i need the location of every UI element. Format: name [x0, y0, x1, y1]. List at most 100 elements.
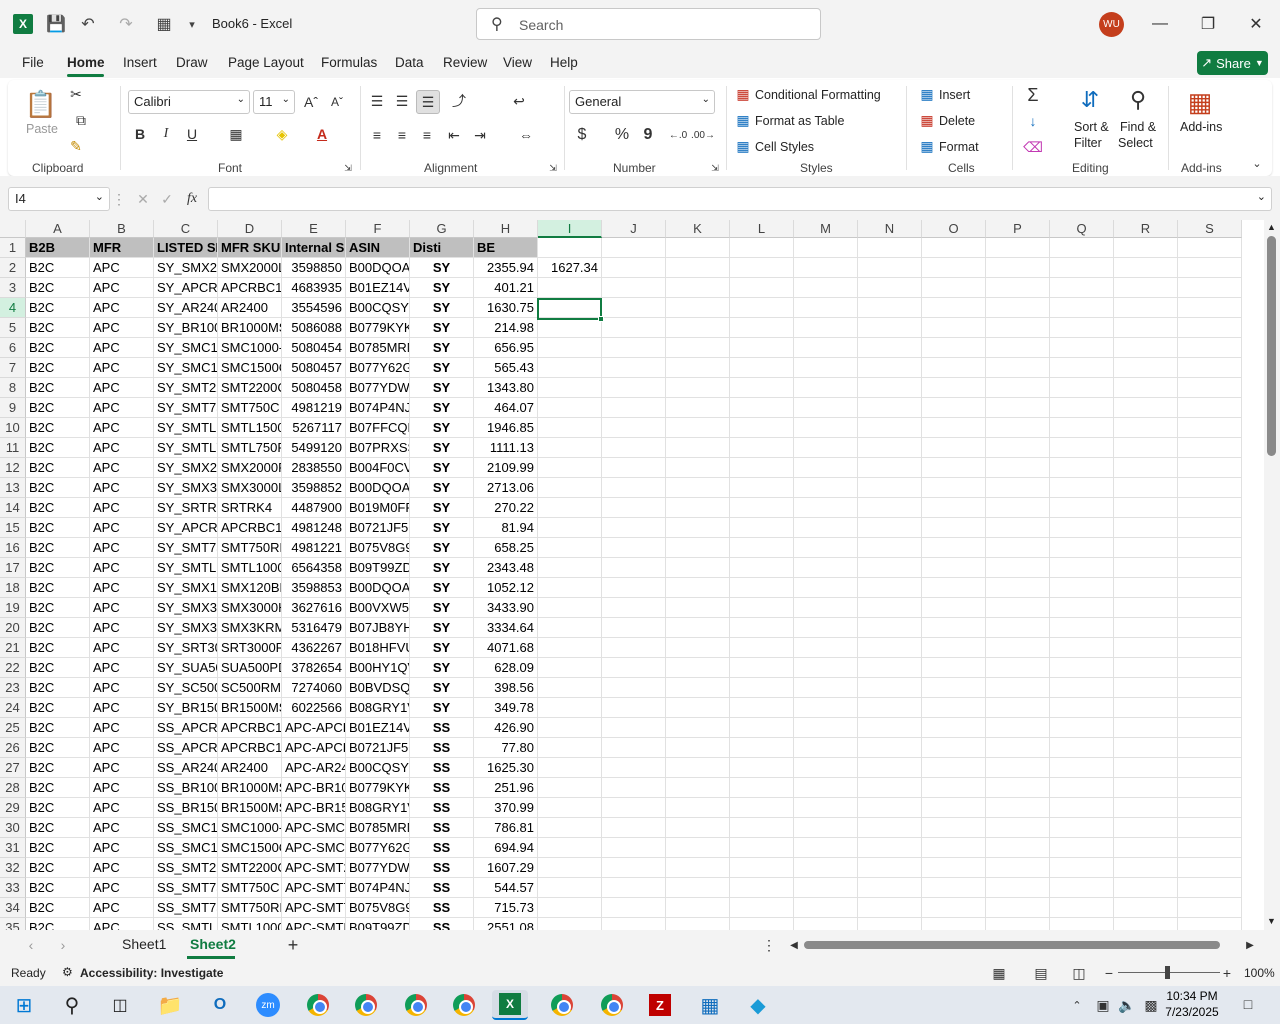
grid-cell[interactable] — [602, 278, 666, 298]
accessibility-status[interactable]: Accessibility: Investigate — [80, 966, 223, 980]
row-header[interactable]: 14 — [0, 498, 26, 518]
grid-cell[interactable] — [602, 398, 666, 418]
column-header-m[interactable]: M — [794, 220, 858, 238]
vertical-scroll-thumb[interactable] — [1267, 236, 1276, 456]
scroll-down-icon[interactable]: ▼ — [1267, 916, 1276, 926]
grid-cell[interactable] — [858, 738, 922, 758]
grid-cell[interactable] — [666, 238, 730, 258]
grid-cell[interactable] — [602, 578, 666, 598]
grid-cell[interactable] — [858, 598, 922, 618]
grid-cell[interactable] — [1114, 318, 1178, 338]
grid-cell[interactable] — [1178, 798, 1242, 818]
grid-cell[interactable] — [922, 538, 986, 558]
grid-cell[interactable] — [666, 538, 730, 558]
grid-cell[interactable] — [1050, 738, 1114, 758]
grid-cell[interactable]: SY — [410, 658, 474, 678]
close-icon[interactable]: ✕ — [1233, 8, 1279, 40]
grid-cell[interactable] — [794, 258, 858, 278]
grid-cell[interactable]: SY_SMX200 — [154, 458, 218, 478]
grid-cell[interactable] — [858, 578, 922, 598]
grid-cell[interactable] — [922, 298, 986, 318]
grid-cell[interactable]: B018HFVU — [346, 638, 410, 658]
grid-cell[interactable] — [666, 258, 730, 278]
grid-cell[interactable] — [794, 278, 858, 298]
grid-cell[interactable]: SS — [410, 818, 474, 838]
conditional-formatting-icon[interactable]: ▦ — [734, 85, 752, 103]
file-explorer-icon[interactable]: 📁 — [152, 990, 188, 1020]
grid-cell[interactable]: 1630.75 — [474, 298, 538, 318]
grid-cell[interactable]: 1052.12 — [474, 578, 538, 598]
grid-cell[interactable] — [730, 798, 794, 818]
grid-cell[interactable]: SMX2000L — [218, 258, 282, 278]
grid-cell[interactable] — [1178, 878, 1242, 898]
grid-cell[interactable] — [794, 298, 858, 318]
align-top-icon[interactable]: ☰ — [366, 90, 388, 112]
grid-cell[interactable] — [858, 538, 922, 558]
tab-insert[interactable]: Insert — [123, 55, 157, 70]
filter-label[interactable]: Filter — [1074, 136, 1102, 150]
borders-icon[interactable]: ▦ — [224, 124, 248, 144]
underline-button[interactable]: U — [182, 124, 202, 144]
grid-cell[interactable] — [794, 318, 858, 338]
grid-cell[interactable]: B0785MRN — [346, 818, 410, 838]
grid-cell[interactable]: 5080458 — [282, 378, 346, 398]
grid-cell[interactable] — [1050, 318, 1114, 338]
grid-cell[interactable] — [858, 618, 922, 638]
grid-cell[interactable] — [986, 918, 1050, 930]
grid-cell[interactable]: 694.94 — [474, 838, 538, 858]
insert-cells-button[interactable]: Insert — [939, 88, 970, 102]
grid-cell[interactable] — [858, 478, 922, 498]
dialog-launcher-icon[interactable]: ⇲ — [709, 162, 721, 174]
grid-cell[interactable]: 715.73 — [474, 898, 538, 918]
grid-cell[interactable]: B2C — [26, 658, 90, 678]
grid-cell[interactable]: B00CQSYU — [346, 758, 410, 778]
grid-cell[interactable] — [858, 798, 922, 818]
grid-cell[interactable] — [1114, 718, 1178, 738]
grid-cell[interactable] — [922, 838, 986, 858]
cell-styles-icon[interactable]: ▦ — [734, 137, 752, 155]
grid-cell[interactable]: SY — [410, 478, 474, 498]
grid-cell[interactable]: APC — [90, 578, 154, 598]
grid-cell[interactable] — [730, 398, 794, 418]
grid-cell[interactable] — [858, 358, 922, 378]
align-middle-icon[interactable]: ☰ — [391, 90, 413, 112]
grid-cell[interactable]: 81.94 — [474, 518, 538, 538]
grid-cell[interactable]: APC — [90, 418, 154, 438]
grid-cell[interactable] — [666, 638, 730, 658]
volume-muted-icon[interactable]: 🔈 — [1118, 996, 1136, 1014]
column-header-b[interactable]: B — [90, 220, 154, 238]
grid-cell[interactable] — [794, 778, 858, 798]
comma-button[interactable]: 9 — [638, 124, 658, 146]
grid-cell[interactable] — [1178, 278, 1242, 298]
fill-icon[interactable]: ↓ — [1022, 110, 1044, 132]
format-cells-button[interactable]: Format — [939, 140, 979, 154]
grid-cell[interactable] — [666, 478, 730, 498]
grid-cell[interactable] — [538, 578, 602, 598]
grid-cell[interactable] — [794, 358, 858, 378]
grid-cell[interactable] — [602, 358, 666, 378]
grid-cell[interactable] — [858, 378, 922, 398]
row-header[interactable]: 18 — [0, 578, 26, 598]
grid-cell[interactable] — [986, 878, 1050, 898]
grid-cell[interactable]: APC-AR24 — [282, 758, 346, 778]
search-taskbar-icon[interactable]: ⚲ — [54, 990, 90, 1020]
tab-page-layout[interactable]: Page Layout — [228, 55, 304, 70]
row-header[interactable]: 20 — [0, 618, 26, 638]
grid-cell[interactable] — [666, 518, 730, 538]
grid-cell[interactable] — [922, 398, 986, 418]
grid-cell[interactable] — [1114, 258, 1178, 278]
grid-cell[interactable]: APCRBC15 — [218, 738, 282, 758]
grid-cell[interactable] — [794, 438, 858, 458]
grid-cell[interactable] — [730, 358, 794, 378]
grid-cell[interactable] — [986, 558, 1050, 578]
grid-cell[interactable] — [602, 698, 666, 718]
chrome-icon[interactable] — [300, 990, 336, 1020]
grid-cell[interactable] — [1050, 638, 1114, 658]
grid-cell[interactable] — [1178, 358, 1242, 378]
grid-cell[interactable] — [986, 778, 1050, 798]
grid-cell[interactable]: SMT750C — [218, 398, 282, 418]
grid-cell[interactable]: BR1000MS — [218, 318, 282, 338]
app-diamond-icon[interactable]: ◆ — [740, 990, 776, 1020]
grid-cell[interactable]: B2C — [26, 558, 90, 578]
grid-cell[interactable]: B2C — [26, 638, 90, 658]
